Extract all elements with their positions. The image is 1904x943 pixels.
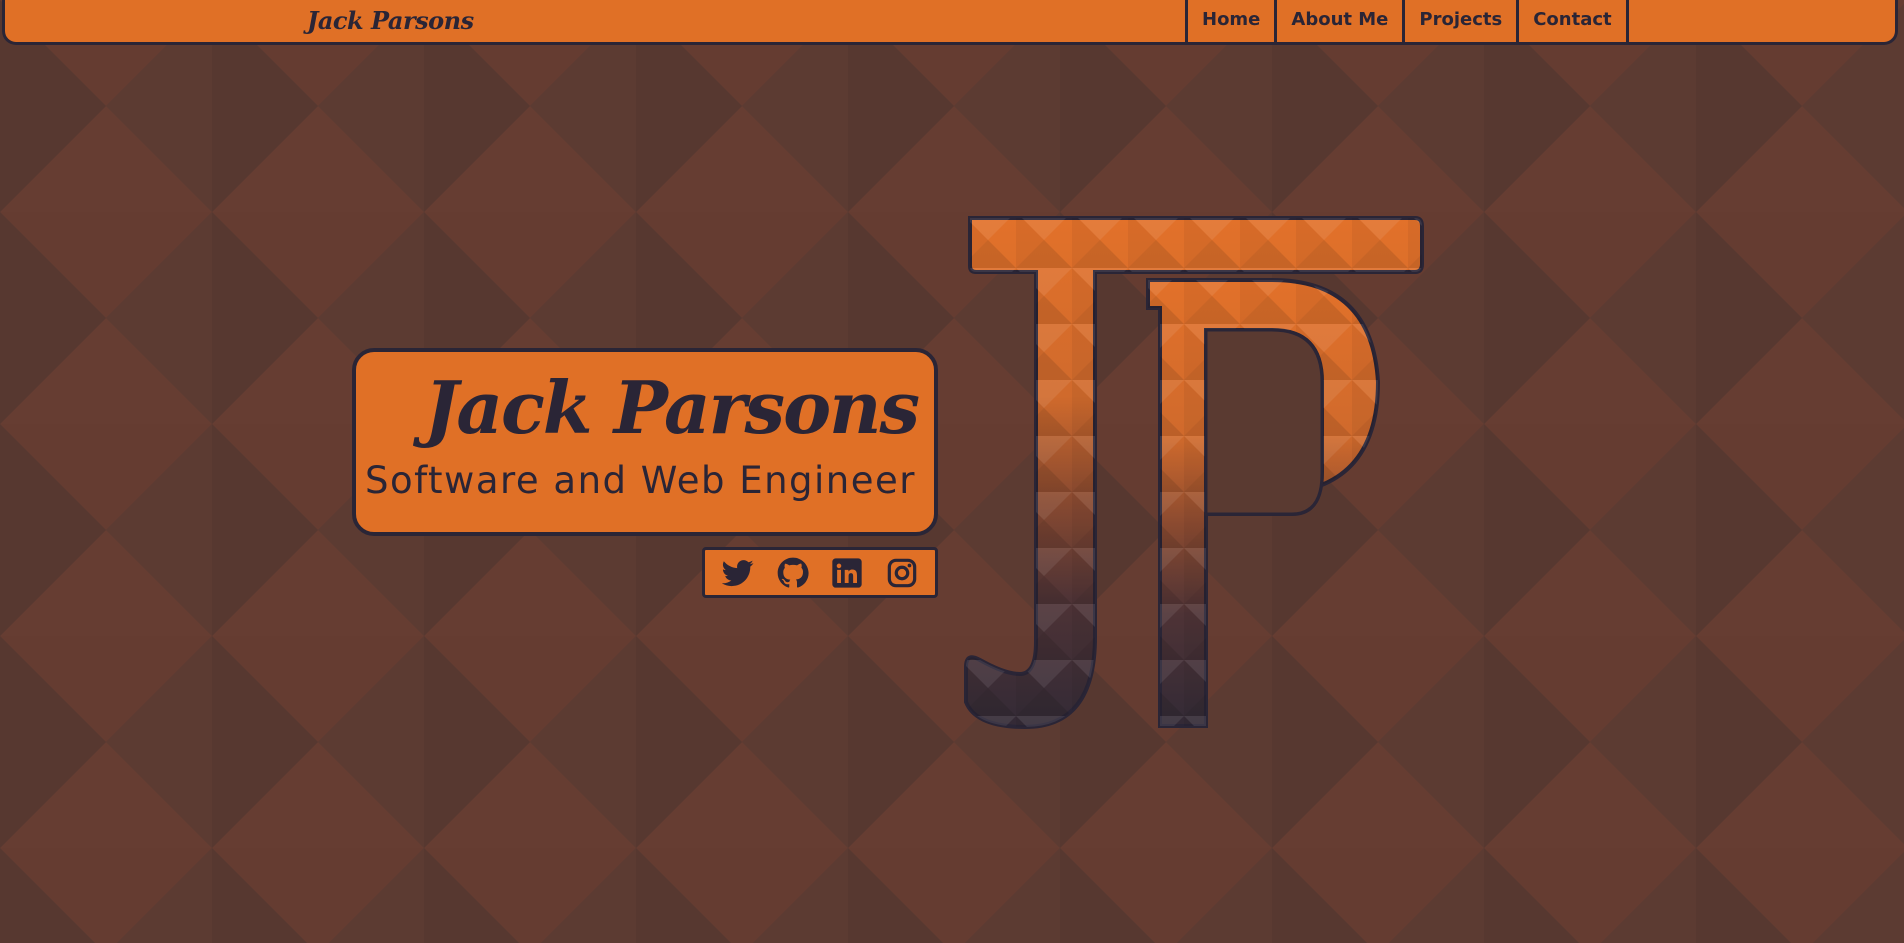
nav-link-home[interactable]: Home bbox=[1185, 0, 1274, 42]
nav-links: Home About Me Projects Contact bbox=[1185, 0, 1629, 42]
github-icon[interactable] bbox=[776, 556, 810, 590]
hero-card: Jack Parsons Software and Web Engineer bbox=[352, 348, 938, 536]
nav-brand-logo[interactable]: Jack Parsons bbox=[307, 6, 474, 35]
instagram-icon[interactable] bbox=[885, 556, 919, 590]
linkedin-icon[interactable] bbox=[830, 556, 864, 590]
top-navbar: Jack Parsons Home About Me Projects Cont… bbox=[2, 0, 1898, 45]
hero-name: Jack Parsons bbox=[424, 365, 920, 450]
hero-subtitle: Software and Web Engineer bbox=[365, 459, 916, 502]
p-letterform bbox=[1146, 278, 1381, 728]
nav-link-projects[interactable]: Projects bbox=[1402, 0, 1516, 42]
jp-monogram-logo bbox=[964, 216, 1424, 730]
nav-link-contact[interactable]: Contact bbox=[1516, 0, 1629, 42]
background-triangle-pattern bbox=[0, 0, 1904, 943]
social-links-bar bbox=[702, 547, 938, 598]
nav-link-about-me[interactable]: About Me bbox=[1274, 0, 1402, 42]
twitter-icon[interactable] bbox=[721, 556, 755, 590]
